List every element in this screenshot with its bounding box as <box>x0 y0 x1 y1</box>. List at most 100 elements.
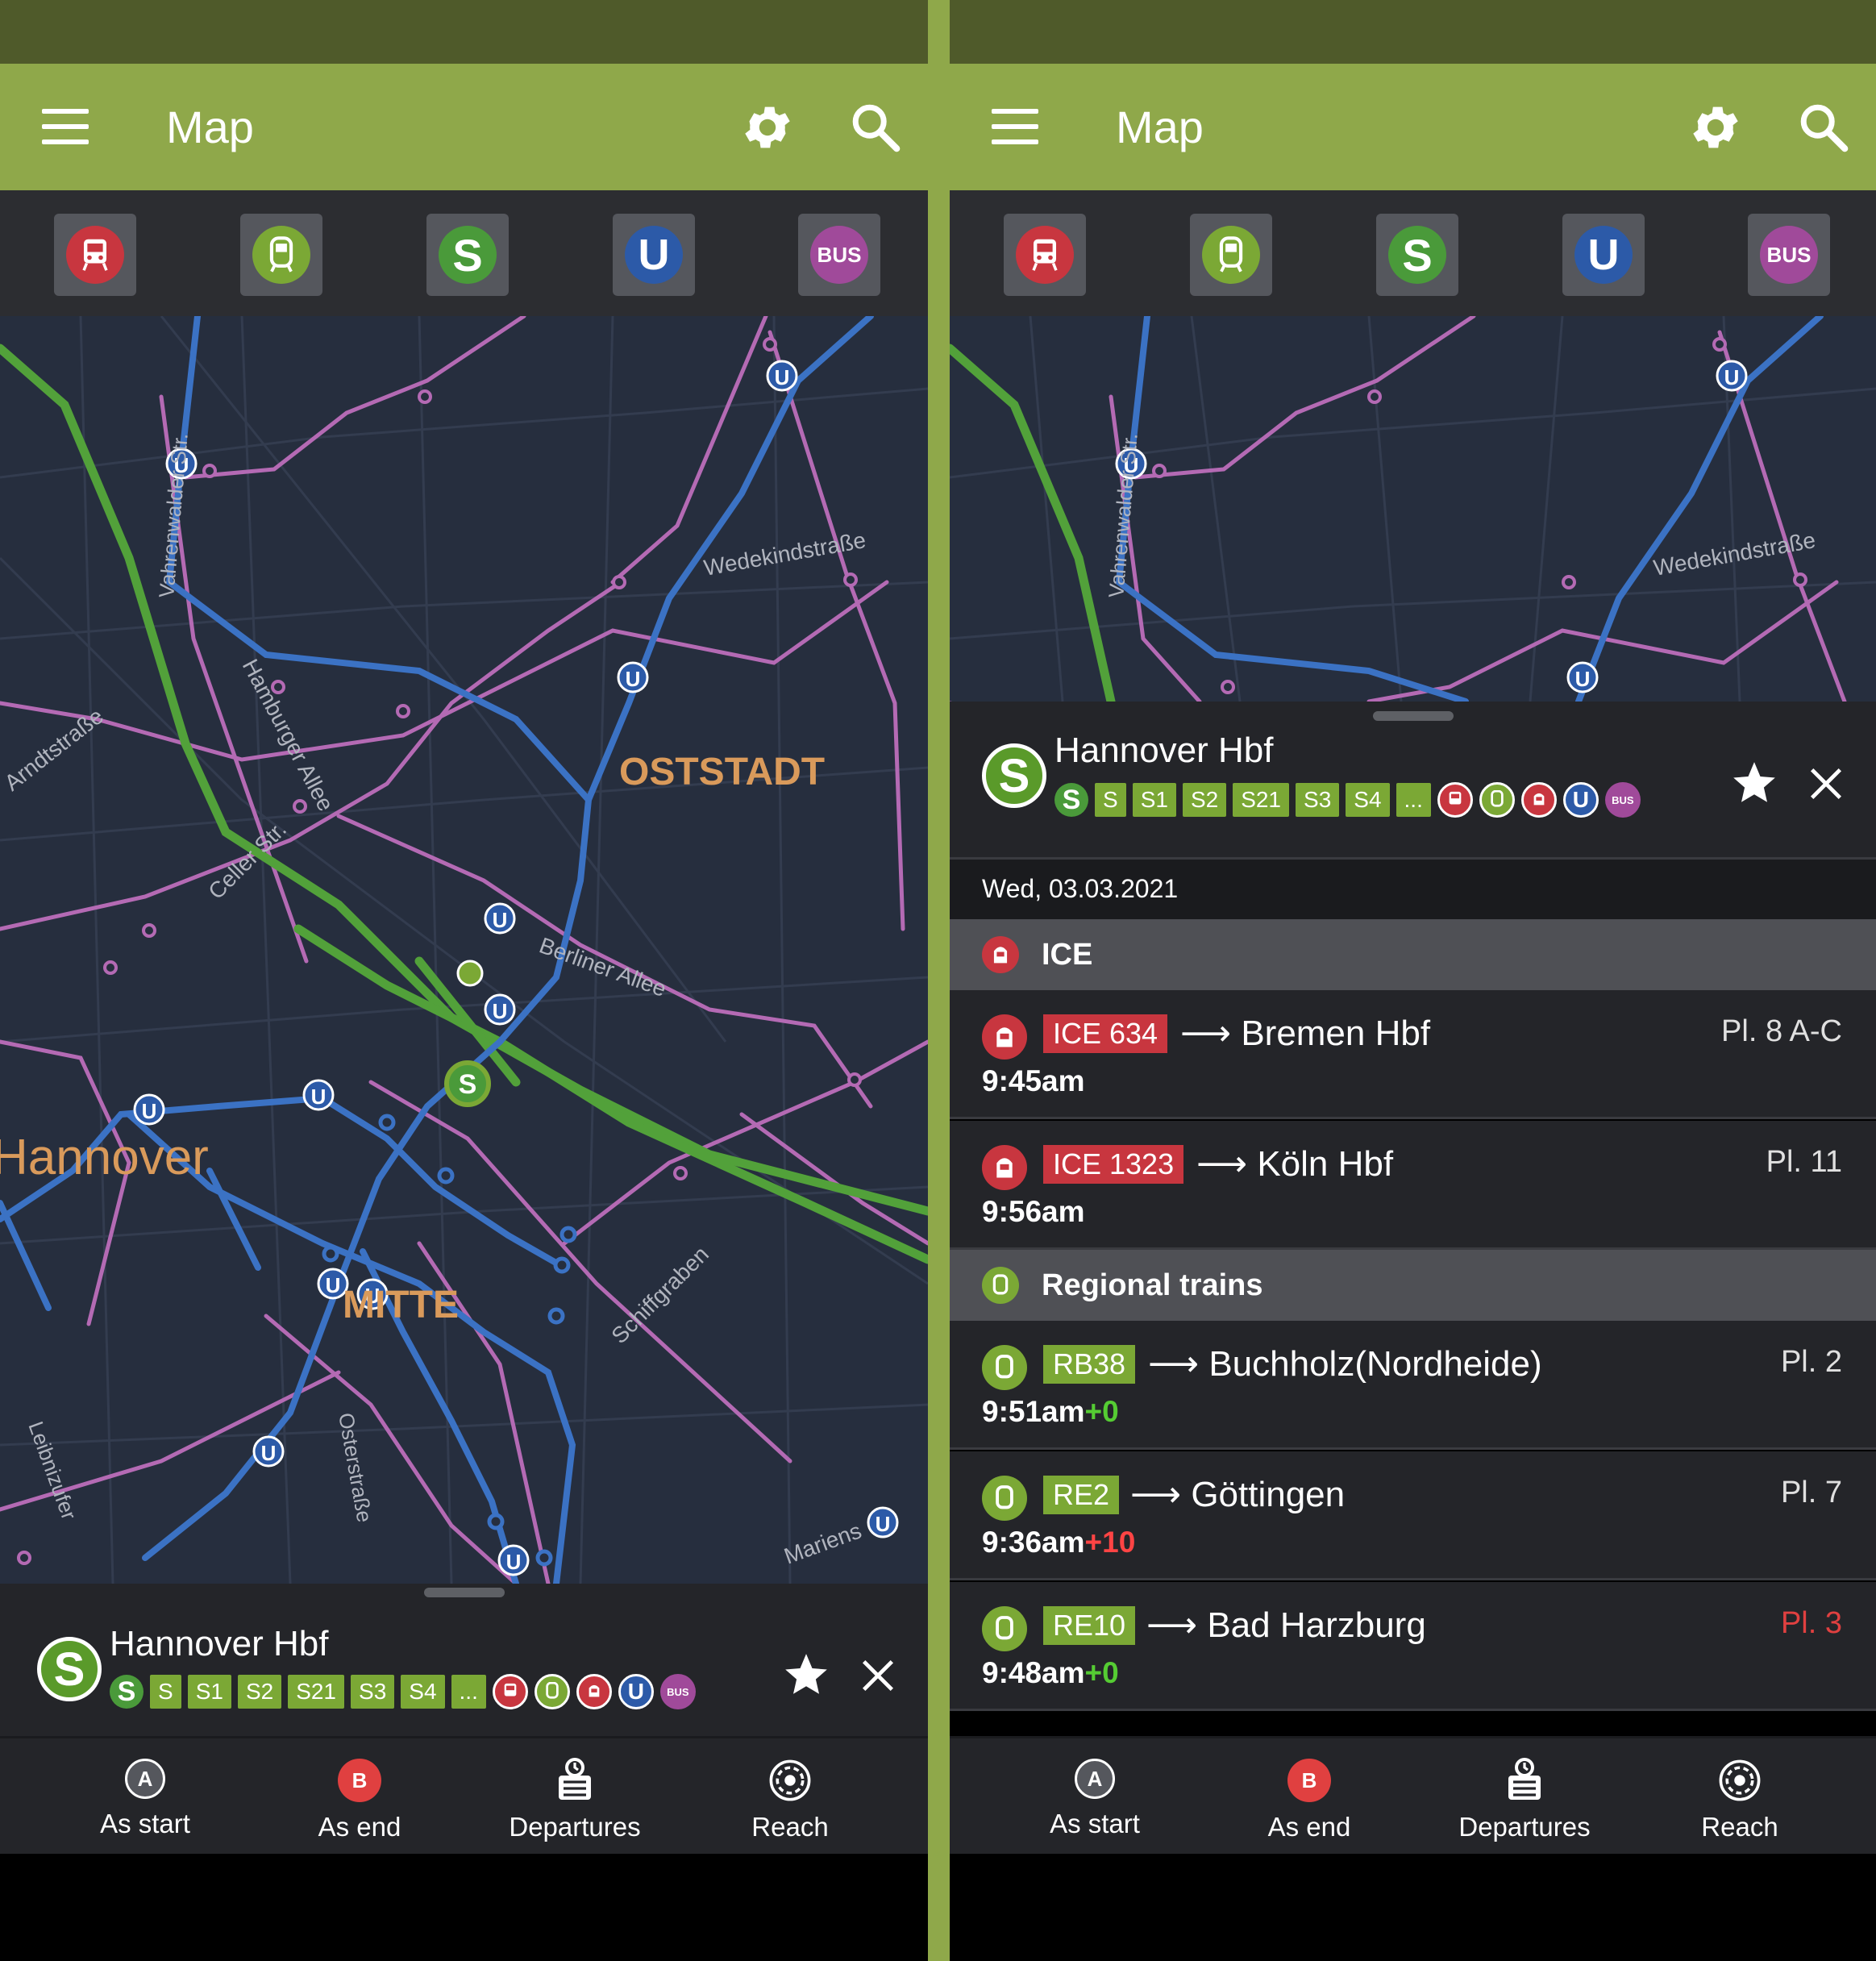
map-label-oststadt: OSTSTADT <box>619 751 825 793</box>
as-end-label: As end <box>318 1812 401 1842</box>
favorite-star-icon[interactable] <box>781 1650 831 1700</box>
as-start-button[interactable]: A As start <box>48 1759 242 1839</box>
ice-icon <box>982 936 1019 973</box>
line-chip: S21 <box>1233 783 1290 817</box>
navigation-bar <box>0 1854 928 1961</box>
menu-icon[interactable] <box>992 109 1038 144</box>
u-station-marker: U <box>493 908 508 932</box>
departures-button[interactable]: Departures <box>478 1758 672 1842</box>
as-end-button[interactable]: B As end <box>1213 1759 1406 1842</box>
departure-row[interactable]: RE10 ⟶ Bad Harzburg Pl. 3 9:48am+0 <box>950 1582 1876 1711</box>
filter-s-bahn-button[interactable]: S <box>1376 214 1458 296</box>
filter-long-distance-button[interactable] <box>1004 214 1086 296</box>
as-start-label: As start <box>100 1809 190 1838</box>
line-badge: ICE 1323 <box>1043 1145 1184 1184</box>
station-s-bahn-logo: S <box>982 743 1046 808</box>
section-header-regional: Regional trains <box>950 1250 1876 1321</box>
platform-changed: Pl. 3 <box>1780 1606 1842 1640</box>
page-title: Map <box>166 102 254 152</box>
departures-date: Wed, 03.03.2021 <box>950 860 1876 919</box>
station-name: Hannover Hbf <box>1054 731 1274 770</box>
sheet-drag-handle[interactable] <box>423 1588 505 1597</box>
departures-button[interactable]: Departures <box>1428 1758 1621 1842</box>
ice-icon <box>576 1674 612 1709</box>
u-station-marker: U <box>775 365 790 389</box>
station-lines: S S S1 S2 S21 S3 S4 ... U BUS <box>110 1674 696 1709</box>
status-bar <box>0 0 928 64</box>
gear-icon[interactable] <box>739 99 796 156</box>
regional-train-icon <box>252 226 310 284</box>
filter-bus-button[interactable]: BUS <box>798 214 880 296</box>
favorite-star-icon[interactable] <box>1729 758 1779 808</box>
filter-u-bahn-button[interactable]: U <box>1562 214 1645 296</box>
line-chip: S <box>150 1675 181 1709</box>
platform: Pl. 7 <box>1780 1476 1842 1509</box>
navigation-bar <box>950 1854 1876 1961</box>
u-station-marker: U <box>326 1273 341 1297</box>
line-chip: S3 <box>1296 783 1340 817</box>
departure-row[interactable]: RE2 ⟶ Göttingen Pl. 7 9:36am+10 <box>950 1451 1876 1580</box>
page-title: Map <box>1116 102 1204 152</box>
u-bahn-icon: U <box>1574 226 1633 284</box>
map-canvas[interactable]: U U U U U U U U U U U U S OSTSTADT MITTE… <box>0 316 928 1584</box>
s-bahn-icon: S <box>1388 226 1446 284</box>
platform: Pl. 11 <box>1766 1145 1842 1179</box>
filter-regional-button[interactable] <box>1190 214 1272 296</box>
reach-button[interactable]: Reach <box>693 1759 887 1842</box>
line-chip: S2 <box>237 1675 282 1709</box>
station-lines: S S S1 S2 S21 S3 S4 ... U BUS <box>1054 782 1641 818</box>
departure-row[interactable]: RB38 ⟶ Buchholz(Nordheide) Pl. 2 9:51am+… <box>950 1321 1876 1450</box>
reach-radar-icon <box>1718 1759 1762 1802</box>
filter-bus-button[interactable]: BUS <box>1748 214 1830 296</box>
u-station-marker: U <box>1724 365 1740 389</box>
destination: ⟶ Bad Harzburg <box>1146 1605 1426 1645</box>
destination: ⟶ Bremen Hbf <box>1180 1014 1431 1053</box>
search-icon[interactable] <box>1795 99 1852 156</box>
bus-icon: BUS <box>1760 226 1818 284</box>
screen-divider <box>928 0 950 1961</box>
close-icon[interactable] <box>1805 763 1847 805</box>
map-canvas[interactable]: U U U Vahrenwalder Str. Wedekindstraße <box>950 316 1876 702</box>
regional-train-icon <box>982 1345 1027 1390</box>
delay: +0 <box>1084 1395 1119 1428</box>
departure-time: 9:51am+0 <box>982 1395 1119 1428</box>
u-station-marker: U <box>311 1085 327 1109</box>
reach-label: Reach <box>751 1812 829 1842</box>
section-title: ICE <box>1042 937 1093 972</box>
action-bar: A As start B As end Departures Reach <box>0 1736 928 1854</box>
filter-u-bahn-button[interactable]: U <box>613 214 695 296</box>
menu-icon[interactable] <box>42 109 89 144</box>
app-bar: Map <box>950 64 1876 190</box>
transport-filter-bar: S U BUS <box>950 190 1876 316</box>
reach-radar-icon <box>768 1759 812 1802</box>
line-badge: RE10 <box>1043 1606 1136 1645</box>
start-badge-icon: A <box>1075 1759 1115 1799</box>
reach-label: Reach <box>1701 1812 1778 1842</box>
gear-icon[interactable] <box>1687 99 1744 156</box>
as-end-button[interactable]: B As end <box>263 1759 456 1842</box>
train-icon <box>66 226 124 284</box>
regional-train-icon <box>1479 782 1515 818</box>
close-icon[interactable] <box>857 1655 899 1697</box>
more-lines-chip: ... <box>451 1675 486 1709</box>
sheet-drag-handle[interactable] <box>1372 711 1454 721</box>
reach-button[interactable]: Reach <box>1643 1759 1836 1842</box>
departure-row[interactable]: ICE 1323 ⟶ Köln Hbf Pl. 11 9:56am <box>950 1121 1876 1250</box>
screen-map-view: Map S U BUS U U U U U U U U U U U U S OS… <box>0 0 928 1961</box>
as-start-button[interactable]: A As start <box>998 1759 1192 1839</box>
arrow-icon: ⟶ <box>1148 1344 1200 1384</box>
filter-long-distance-button[interactable] <box>54 214 136 296</box>
departures-board-icon <box>1503 1758 1546 1802</box>
destination: ⟶ Köln Hbf <box>1196 1144 1394 1184</box>
transport-filter-bar: S U BUS <box>0 190 928 316</box>
s-bahn-line-icon: S <box>110 1675 144 1709</box>
filter-regional-button[interactable] <box>240 214 322 296</box>
filter-s-bahn-button[interactable]: S <box>426 214 509 296</box>
regional-train-icon <box>982 1606 1027 1651</box>
search-icon[interactable] <box>847 99 904 156</box>
departures-label: Departures <box>1458 1812 1591 1842</box>
departure-row[interactable]: ICE 634 ⟶ Bremen Hbf Pl. 8 A-C 9:45am <box>950 990 1876 1119</box>
section-title: Regional trains <box>1042 1268 1263 1302</box>
station-sheet: S Hannover Hbf S S S1 S2 S21 S3 S4 ... U… <box>0 1584 928 1736</box>
regional-station-marker <box>456 960 484 987</box>
